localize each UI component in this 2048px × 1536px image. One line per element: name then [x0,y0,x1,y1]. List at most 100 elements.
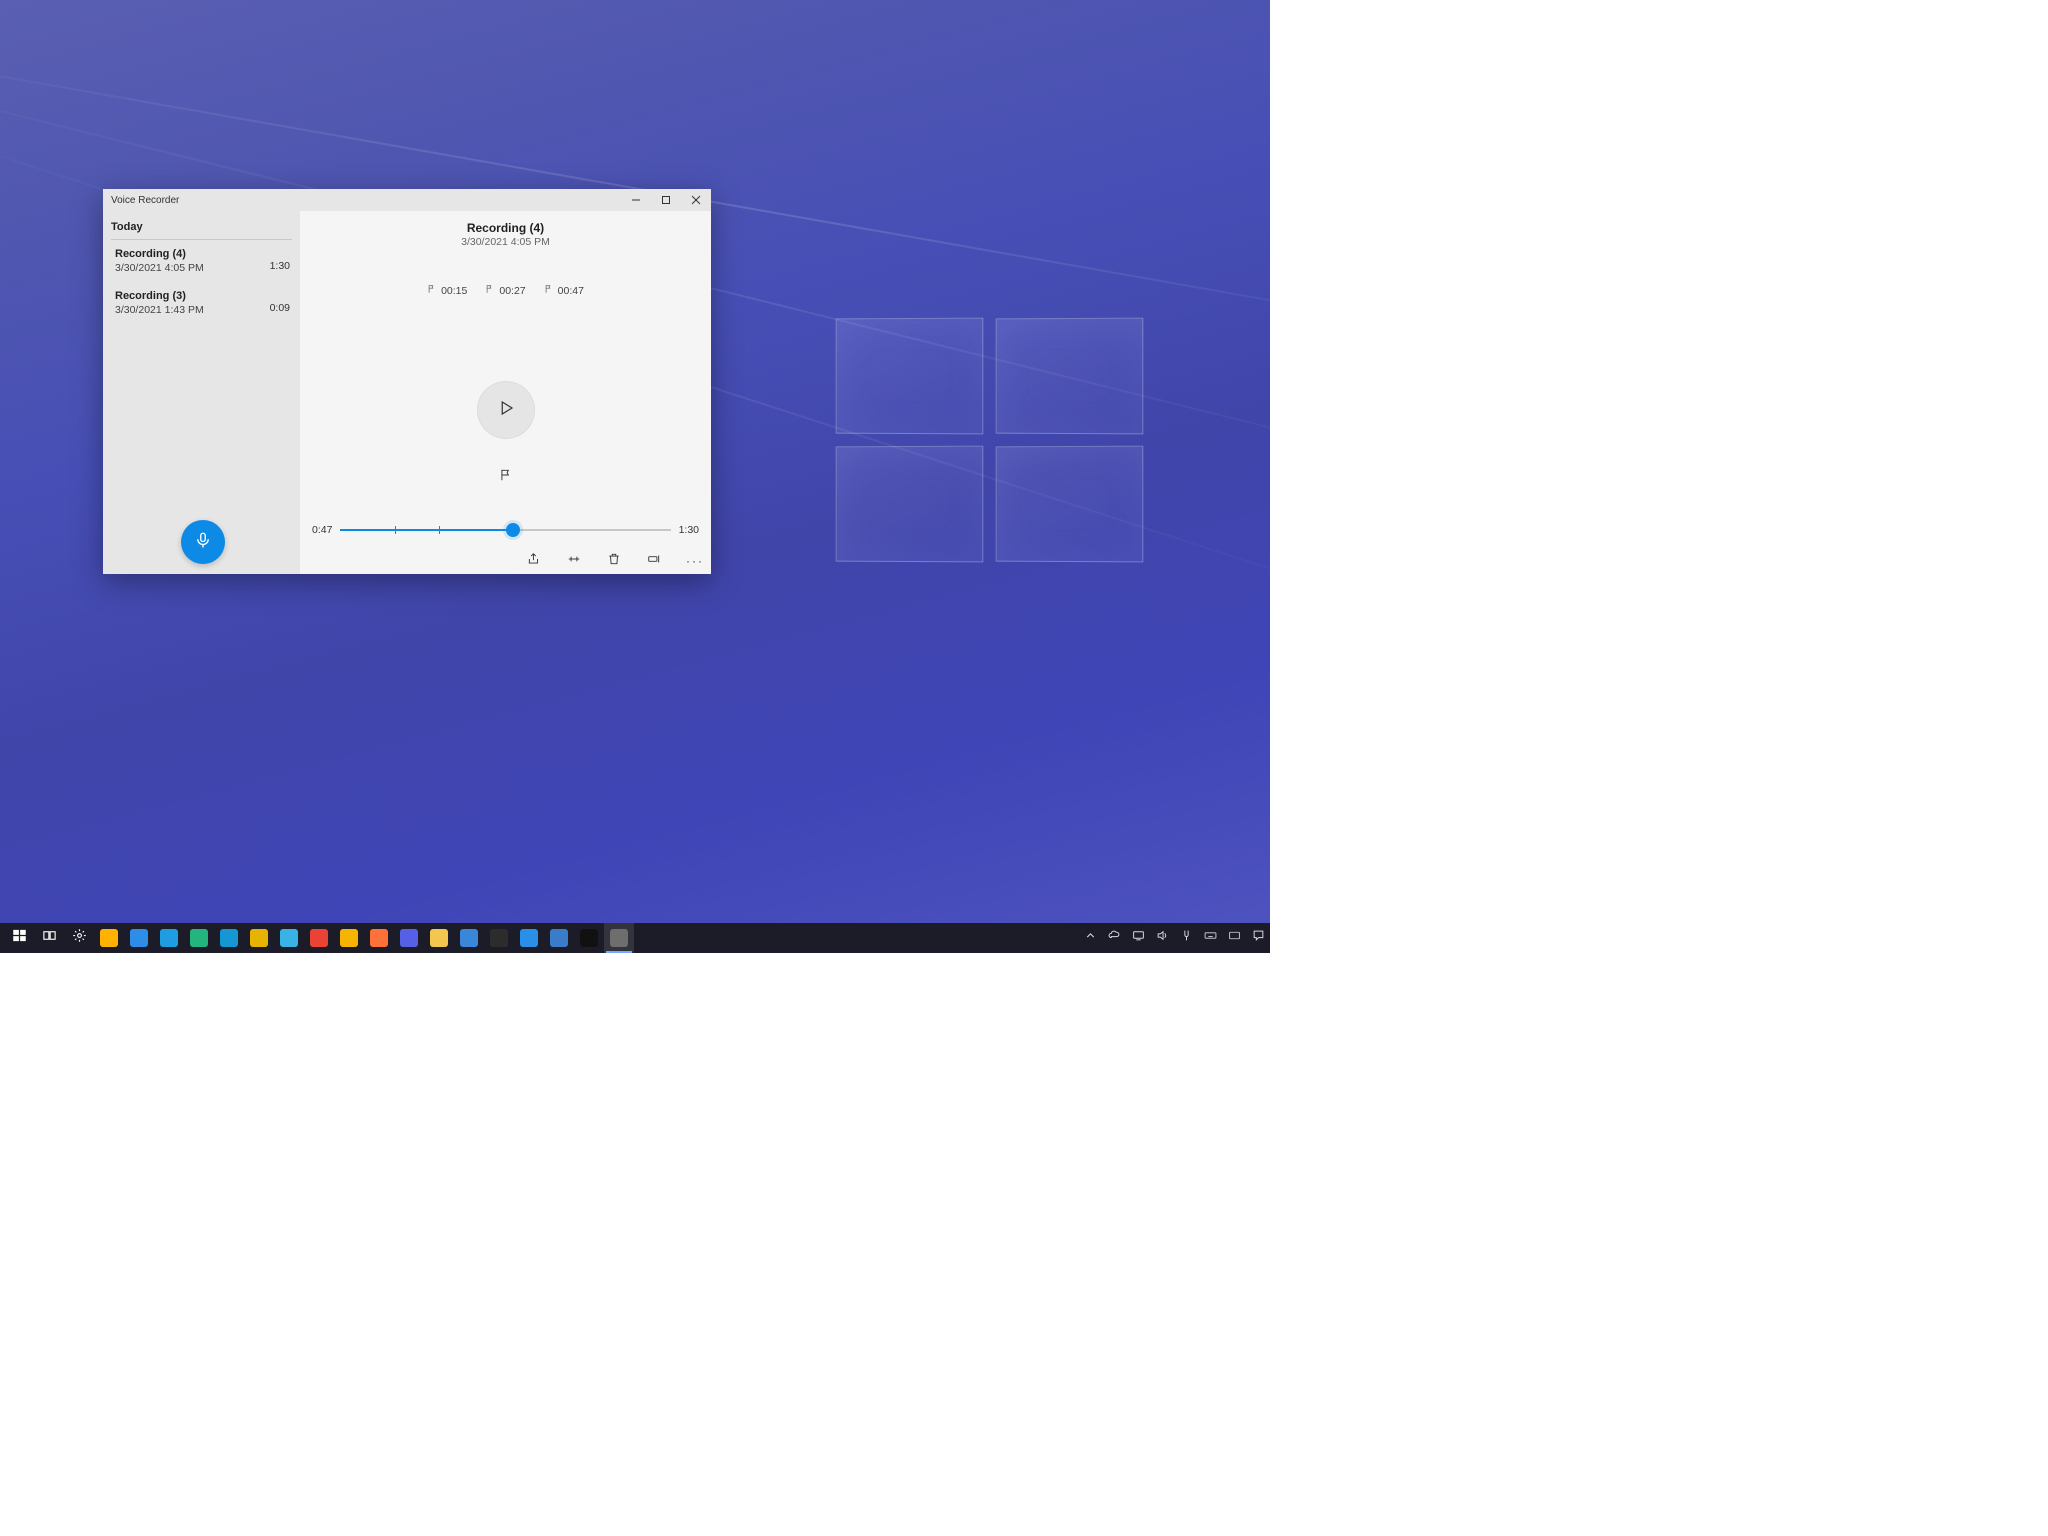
window-title: Voice Recorder [103,195,179,206]
recording-item-subtitle: 3/30/2021 1:43 PM [115,304,292,316]
taskbar-item-firefox-dev[interactable] [394,923,424,953]
rename-icon [647,552,661,571]
marker[interactable]: 00:47 [544,284,584,297]
taskbar-item-terminal[interactable] [484,923,514,953]
recording-datetime: 3/30/2021 4:05 PM [300,236,711,248]
action-row: ··· [525,552,705,570]
chrome-canary-icon [340,929,358,947]
language-icon [1228,929,1241,947]
tray-keyboard[interactable] [1202,930,1218,946]
edge-classic-icon [280,929,298,947]
trim-icon [567,552,581,571]
taskbar-item-task-view[interactable] [34,923,64,953]
window-controls [621,189,711,211]
edge-dev-icon [190,929,208,947]
tray-chevron-up[interactable] [1082,930,1098,946]
record-button[interactable] [181,520,225,564]
taskbar-item-start[interactable] [4,923,34,953]
share-button[interactable] [525,552,543,570]
taskbar-item-file-explorer[interactable] [424,923,454,953]
recording-item-title: Recording (3) [115,290,292,302]
taskbar-item-onedrive[interactable] [514,923,544,953]
marker-time: 00:27 [499,285,525,297]
delete-button[interactable] [605,552,623,570]
section-header: Today [103,211,300,239]
recording-title: Recording (4) [300,221,711,235]
recording-list-item[interactable]: Recording (4)3/30/2021 4:05 PM1:30 [103,240,300,282]
firefox-dev-icon [400,929,418,947]
firefox-icon [370,929,388,947]
taskbar [0,923,1270,953]
taskbar-item-store[interactable] [94,923,124,953]
markers-row: 00:15 00:27 00:47 [300,284,711,297]
action-center-icon [1252,929,1265,947]
flag-icon [485,284,495,297]
tray-onedrive[interactable] [1106,930,1122,946]
phone-icon [130,929,148,947]
taskbar-item-edge-canary[interactable] [244,923,274,953]
store-icon [100,929,118,947]
volume-icon [1156,929,1169,947]
recording-item-duration: 0:09 [270,302,290,314]
close-button[interactable] [681,189,711,211]
tray-language[interactable] [1226,930,1242,946]
maximize-button[interactable] [651,189,681,211]
task-view-icon [42,928,57,948]
file-explorer-icon [430,929,448,947]
edge-beta-icon [220,929,238,947]
ellipsis-icon: ··· [686,554,704,568]
taskbar-item-cmd[interactable] [574,923,604,953]
total-label: 1:30 [679,524,699,536]
taskbar-item-phone[interactable] [124,923,154,953]
play-button[interactable] [477,381,535,439]
share-icon [527,552,541,571]
more-button[interactable]: ··· [685,552,705,570]
taskbar-item-chrome-canary[interactable] [334,923,364,953]
cmd-icon [580,929,598,947]
marker[interactable]: 00:27 [485,284,525,297]
tray-volume[interactable] [1154,930,1170,946]
tray-power[interactable] [1178,930,1194,946]
taskbar-item-mail[interactable] [454,923,484,953]
flag-icon [499,468,513,487]
timeline-marker-tick [395,526,396,534]
windows-icon [12,928,27,948]
recording-item-duration: 1:30 [270,260,290,272]
taskbar-item-chrome[interactable] [304,923,334,953]
taskbar-item-photos[interactable] [544,923,574,953]
tray-action-center[interactable] [1250,930,1266,946]
seek-slider[interactable] [340,523,670,537]
recordings-sidebar: Today Recording (4)3/30/2021 4:05 PM1:30… [103,211,300,574]
trim-button[interactable] [565,552,583,570]
taskbar-item-firefox[interactable] [364,923,394,953]
photos-icon [550,929,568,947]
position-label: 0:47 [312,524,332,536]
play-icon [497,399,515,422]
taskbar-item-voice-recorder[interactable] [604,923,634,953]
taskbar-item-edge-beta[interactable] [214,923,244,953]
edge-canary-icon [250,929,268,947]
terminal-icon [490,929,508,947]
flag-icon [427,284,437,297]
flag-icon [544,284,554,297]
taskbar-item-settings[interactable] [64,923,94,953]
trash-icon [607,552,621,571]
windows-logo [835,318,1145,564]
marker[interactable]: 00:15 [427,284,467,297]
minimize-button[interactable] [621,189,651,211]
recording-detail: Recording (4) 3/30/2021 4:05 PM 00:1500:… [300,211,711,574]
tray-cast[interactable] [1130,930,1146,946]
taskbar-item-edge-classic[interactable] [274,923,304,953]
recording-list-item[interactable]: Recording (3) 3/30/2021 1:43 PM0:09 [103,282,300,324]
titlebar[interactable]: Voice Recorder [103,189,711,211]
taskbar-item-edge[interactable] [154,923,184,953]
edge-icon [160,929,178,947]
recording-item-title: Recording (4) [115,248,292,260]
marker-time: 00:47 [558,285,584,297]
add-marker-button[interactable] [494,465,518,489]
taskbar-item-edge-dev[interactable] [184,923,214,953]
rename-button[interactable] [645,552,663,570]
microphone-icon [194,531,212,554]
gear-icon [72,928,87,948]
desktop: Voice Recorder Today Recording (4)3/30/2… [0,0,1270,953]
